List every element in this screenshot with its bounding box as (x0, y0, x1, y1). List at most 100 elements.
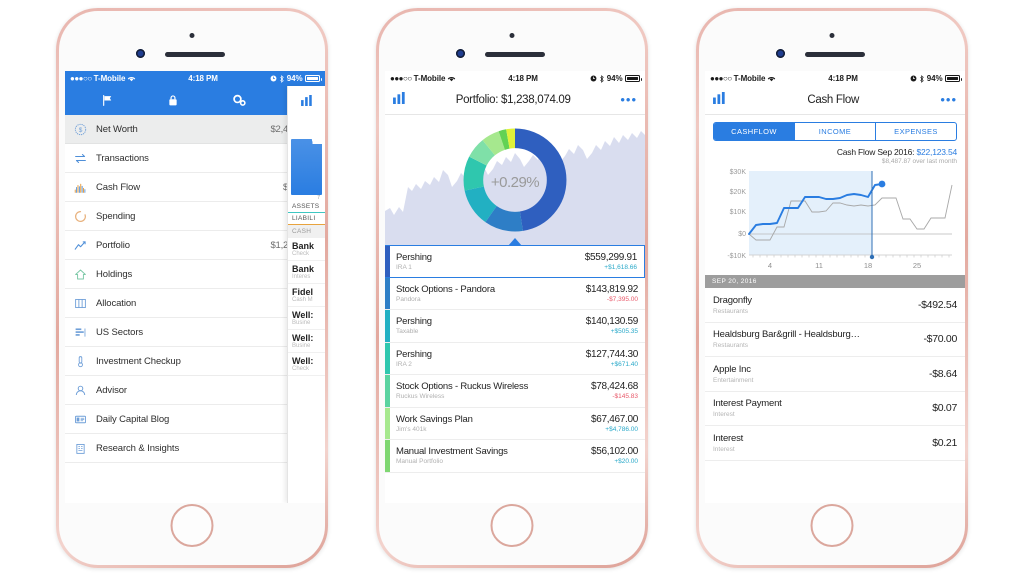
bluetooth-icon (600, 74, 605, 83)
transaction-category: Restaurants (713, 307, 749, 315)
holding-values: $56,102.00 +$20.00 (591, 446, 645, 465)
sidebar-item-transactions[interactable]: Transactions (65, 144, 325, 173)
sidebar-item-us-sectors[interactable]: US Sectors (65, 318, 325, 347)
sidebar-item-allocation[interactable]: Allocation (65, 289, 325, 318)
peek-tab-liabilities[interactable]: LIABILI (288, 213, 325, 225)
holding-name: Pershing (396, 316, 432, 328)
table-row[interactable]: Pershing IRA 1 $559,299.91 +$1,618.66 (385, 245, 645, 278)
holding-text: Stock Options - Pandora Pandora (390, 284, 586, 303)
cashflow-subtitle: $8,487.87 over last month (881, 158, 957, 165)
peek-account-sub: Cash M (292, 297, 313, 303)
holding-account: IRA 1 (396, 263, 412, 271)
table-row[interactable]: Stock Options - Pandora Pandora $143,819… (385, 277, 645, 310)
phone-device-2: ●●●○○ T-Mobile 4:18 PM 94% Portfolio: $1… (376, 8, 648, 568)
holding-account: Taxable (396, 328, 419, 336)
transaction-amount: -$492.54 (917, 298, 957, 311)
bar-chart-icon[interactable] (713, 91, 726, 109)
navbar-3: Cash Flow ••• (705, 86, 965, 115)
carrier-label: T-Mobile (413, 74, 446, 83)
svg-text:$20K: $20K (730, 189, 747, 196)
table-row[interactable]: Interest Interest $0.21 (705, 426, 965, 461)
battery-percent-label: 94% (926, 74, 943, 83)
transaction-text: Interest Interest (713, 433, 926, 453)
transaction-text: Interest Payment Interest (713, 398, 926, 418)
home-button[interactable] (810, 504, 854, 547)
holding-values: $140,130.59 +$505.35 (586, 316, 645, 335)
earpiece-speaker-icon (805, 52, 865, 57)
table-row[interactable]: Work Savings Plan Jim's 401k $67,467.00 … (385, 407, 645, 440)
signal-strength-icon: ●●●○○ (710, 74, 732, 83)
home-button[interactable] (170, 504, 214, 547)
table-row[interactable]: Healdsburg Bar&grill - Healdsburg… Resta… (705, 323, 965, 357)
front-camera-icon (776, 49, 785, 58)
sidebar-item-advisor[interactable]: Advisor (65, 376, 325, 405)
holding-text: Pershing IRA 2 (390, 349, 586, 368)
home-button[interactable] (490, 504, 534, 547)
list-item[interactable]: Bank Check (288, 238, 325, 261)
trend-line-icon (74, 239, 87, 252)
columns-icon (74, 297, 87, 310)
list-item[interactable]: Bank Interes (288, 261, 325, 284)
peek-section-header: CASH (288, 225, 325, 238)
sidebar-item-spending[interactable]: Spending $0 (65, 202, 325, 231)
sidebar-item-holdings[interactable]: Holdings 0.31% (65, 260, 325, 289)
table-row[interactable]: Pershing Taxable $140,130.59 +$505.35 (385, 310, 645, 343)
proximity-sensor-icon (189, 33, 195, 38)
donut-center-label: +0.29% (490, 174, 540, 191)
transaction-amount: $0.21 (932, 436, 957, 449)
sidebar-item-net-worth[interactable]: $ Net Worth $2,416,717 (65, 115, 325, 144)
battery-icon (305, 75, 322, 82)
tab-income[interactable]: INCOME (794, 123, 875, 140)
cashflow-title-value: $22,123.54 (916, 147, 957, 157)
table-row[interactable]: Dragonfly Restaurants -$492.54 (705, 288, 965, 323)
sidebar-item-label: Net Worth (96, 123, 138, 135)
table-row[interactable]: Apple Inc Entertainment -$8.64 (705, 357, 965, 392)
sidebar-item-investment-checkup[interactable]: Investment Checkup (65, 347, 325, 376)
tab-cashflow[interactable]: CASHFLOW (714, 123, 794, 140)
holding-amount: $67,467.00 (590, 413, 638, 425)
status-bar-2: ●●●○○ T-Mobile 4:18 PM 94% (385, 71, 645, 86)
gears-icon[interactable] (232, 94, 247, 107)
flag-icon[interactable] (101, 94, 114, 107)
peek-panel[interactable]: 7 ASSETS LIABILI CASH Bank Check Bank Inte… (287, 86, 325, 503)
list-item[interactable]: Well: Check (288, 353, 325, 376)
sidebar-item-daily-capital-blog[interactable]: Daily Capital Blog (65, 405, 325, 434)
table-row[interactable]: Pershing IRA 2 $127,744.30 +$671.40 (385, 342, 645, 375)
sidebar-item-cash-flow[interactable]: Cash Flow $22,124 (65, 173, 325, 202)
sidebar-item-portfolio[interactable]: Portfolio $1,238,074 (65, 231, 325, 260)
transaction-category: Entertainment (713, 376, 754, 384)
svg-text:-$10K: -$10K (727, 253, 746, 260)
transaction-text: Dragonfly Restaurants (713, 295, 912, 315)
holding-account: Pandora (396, 295, 421, 303)
holding-change: +$20.00 (614, 458, 638, 466)
sidebar-item-research-insights[interactable]: Research & Insights (65, 434, 325, 463)
table-row[interactable]: Interest Payment Interest $0.07 (705, 392, 965, 426)
carrier-label: T-Mobile (733, 74, 766, 83)
svg-text:$: $ (79, 126, 83, 133)
holding-change: +$671.40 (610, 360, 638, 368)
transaction-name: Interest (713, 432, 744, 444)
peek-bar-chart-icon[interactable] (288, 86, 325, 115)
portfolio-donut-chart: +0.29% (385, 115, 645, 245)
list-item[interactable]: Well: Busine (288, 307, 325, 330)
tab-expenses[interactable]: EXPENSES (875, 123, 956, 140)
clock-label: 4:18 PM (188, 74, 218, 83)
front-camera-icon (456, 49, 465, 58)
holding-name: Stock Options - Ruckus Wireless (396, 381, 529, 393)
table-row[interactable]: Manual Investment Savings Manual Portfol… (385, 440, 645, 473)
svg-text:11: 11 (815, 261, 823, 270)
list-item[interactable]: Fidel Cash M (288, 284, 325, 307)
peek-tab-assets[interactable]: ASSETS (288, 201, 325, 213)
navbar-2: Portfolio: $1,238,074.09 ••• (385, 86, 645, 115)
cashflow-summary: Cash Flow Sep 2016: $22,123.54 $8,487.87… (705, 141, 965, 165)
list-item[interactable]: Well: Busine (288, 330, 325, 353)
table-row[interactable]: Stock Options - Ruckus Wireless Ruckus W… (385, 375, 645, 408)
svg-text:18: 18 (864, 261, 872, 270)
lock-icon[interactable] (167, 94, 179, 107)
bar-chart-icon[interactable] (393, 91, 406, 109)
battery-percent-label: 94% (286, 74, 303, 83)
battery-percent-label: 94% (606, 74, 623, 83)
cashflow-line-chart: $30K $20K $10K $0 -$10K 4 11 18 25 (709, 167, 959, 275)
status-left: ●●●○○ T-Mobile (70, 74, 136, 83)
holding-amount: $143,819.92 (585, 283, 639, 295)
